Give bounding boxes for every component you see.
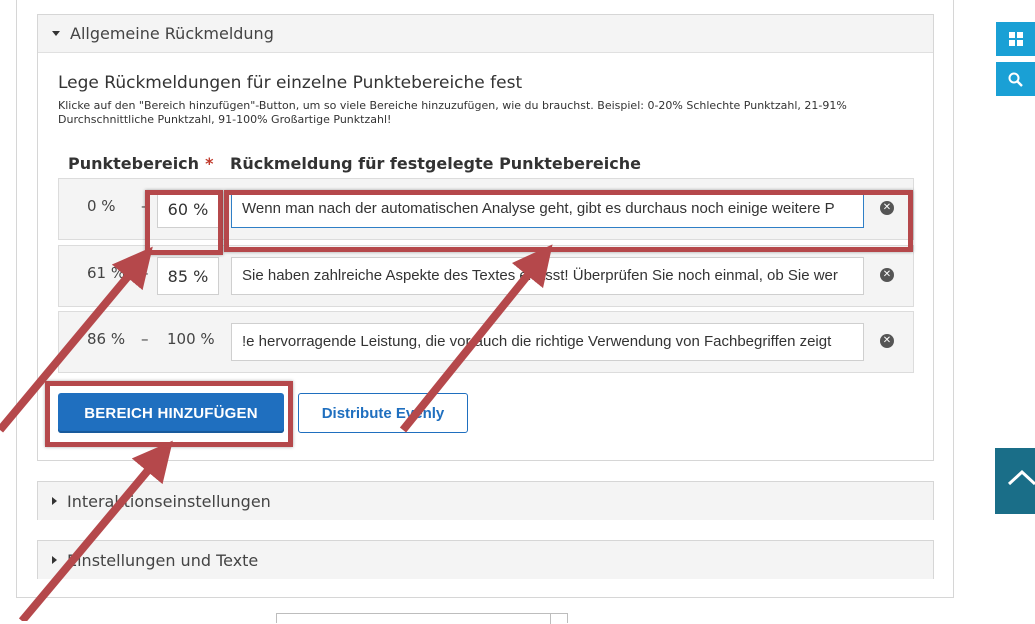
- distribute-evenly-button[interactable]: Distribute Evenly: [298, 393, 468, 433]
- range-from: 0 %: [87, 197, 116, 215]
- range-to: 100 %: [167, 330, 215, 348]
- section-interaction-settings: Interaktionseinstellungen: [37, 481, 934, 520]
- range-dash: –: [141, 330, 149, 348]
- column-header-range-label: Punktebereich: [68, 154, 200, 173]
- range-from: 86 %: [87, 330, 126, 348]
- section-header-interaction-settings[interactable]: Interaktionseinstellungen: [38, 482, 933, 520]
- range-from: 61 %: [87, 264, 126, 282]
- caret-right-icon: [52, 556, 57, 564]
- feedback-text-input[interactable]: Sie haben zahlreiche Aspekte des Textes …: [231, 257, 864, 295]
- highlight-box-feedback-input: [224, 190, 913, 252]
- caret-right-icon: [52, 497, 57, 505]
- feedback-text-input[interactable]: e hervorragende Leistung, die vor auch d…: [231, 323, 864, 361]
- scroll-to-top-button[interactable]: [995, 448, 1035, 514]
- range-dash: –: [141, 264, 149, 282]
- search-button[interactable]: [996, 62, 1035, 96]
- grid-button[interactable]: [996, 22, 1035, 56]
- range-row: 86 % – 100 % e hervorragende Leistung, d…: [58, 311, 914, 373]
- feedback-heading: Lege Rückmeldungen für einzelne Punktebe…: [58, 73, 523, 93]
- highlight-box-add-button: [45, 381, 293, 447]
- caret-down-icon: [52, 31, 60, 36]
- section-title: Einstellungen und Texte: [67, 550, 259, 570]
- section-header-general-feedback[interactable]: Allgemeine Rückmeldung: [38, 15, 933, 53]
- section-title: Interaktionseinstellungen: [67, 491, 271, 511]
- section-header-settings-texts[interactable]: Einstellungen und Texte: [38, 541, 933, 579]
- section-settings-texts: Einstellungen und Texte: [37, 540, 934, 579]
- required-marker: *: [205, 154, 214, 173]
- grid-icon: [1008, 32, 1023, 46]
- remove-range-icon[interactable]: ✕: [880, 268, 894, 282]
- column-header-feedback: Rückmeldung für festgelegte Punktebereic…: [230, 154, 641, 173]
- chevron-up-icon: [1007, 469, 1035, 486]
- bottom-control-stub: [276, 613, 568, 624]
- section-title: Allgemeine Rückmeldung: [70, 24, 274, 43]
- highlight-box-range-input: [145, 190, 223, 255]
- remove-range-icon[interactable]: ✕: [880, 334, 894, 348]
- column-header-range: Punktebereich *: [68, 154, 213, 173]
- search-icon: [1008, 72, 1023, 87]
- range-to-input[interactable]: 85 %: [157, 257, 219, 295]
- feedback-description: Klicke auf den "Bereich hinzufügen"-Butt…: [58, 99, 847, 126]
